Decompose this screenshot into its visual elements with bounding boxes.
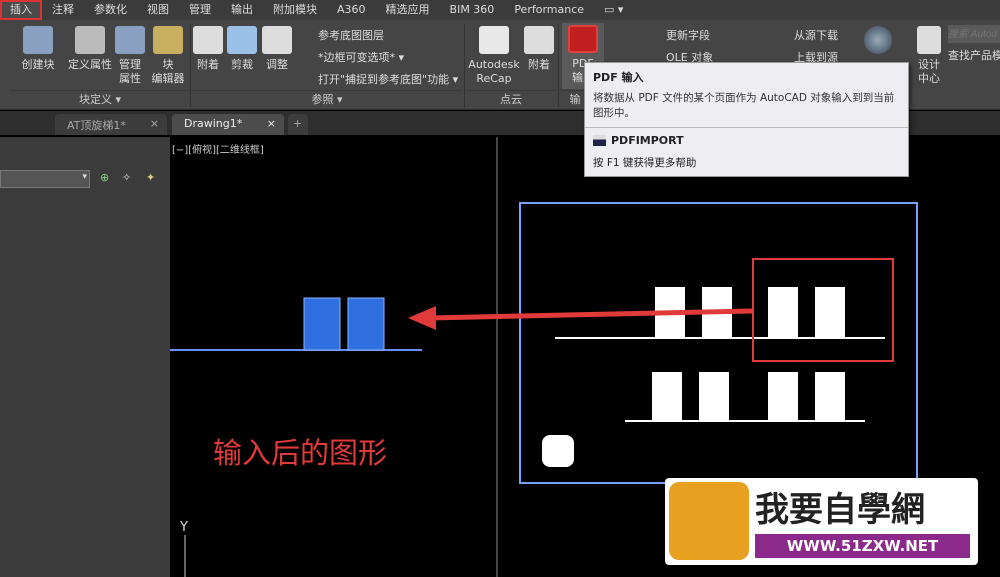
pdf-import-tooltip: PDF 输入 将数据从 PDF 文件的某个页面作为 AutoCAD 对象输入到到…	[584, 62, 909, 177]
watermark: 我要自學網 WWW.51ZXW.NET	[665, 478, 978, 565]
watermark-url: WWW.51ZXW.NET	[755, 534, 970, 558]
imported-selected-geometry	[303, 297, 385, 351]
watermark-logo	[669, 482, 749, 560]
tooltip-help: 按 F1 键获得更多帮助	[593, 157, 697, 169]
ucs-y-label: Y	[180, 520, 188, 535]
watermark-text: 我要自學網	[755, 490, 925, 530]
arrow-head	[408, 306, 436, 330]
tooltip-command: PDFIMPORT	[611, 134, 684, 147]
tooltip-title: PDF 输入	[593, 71, 644, 84]
pdf-page-frame	[519, 202, 918, 484]
command-icon	[593, 135, 606, 146]
tooltip-description: 将数据从 PDF 文件的某个页面作为 AutoCAD 对象输入到到当前图形中。	[593, 92, 895, 119]
annotation-text: 输入后的图形	[213, 436, 388, 470]
